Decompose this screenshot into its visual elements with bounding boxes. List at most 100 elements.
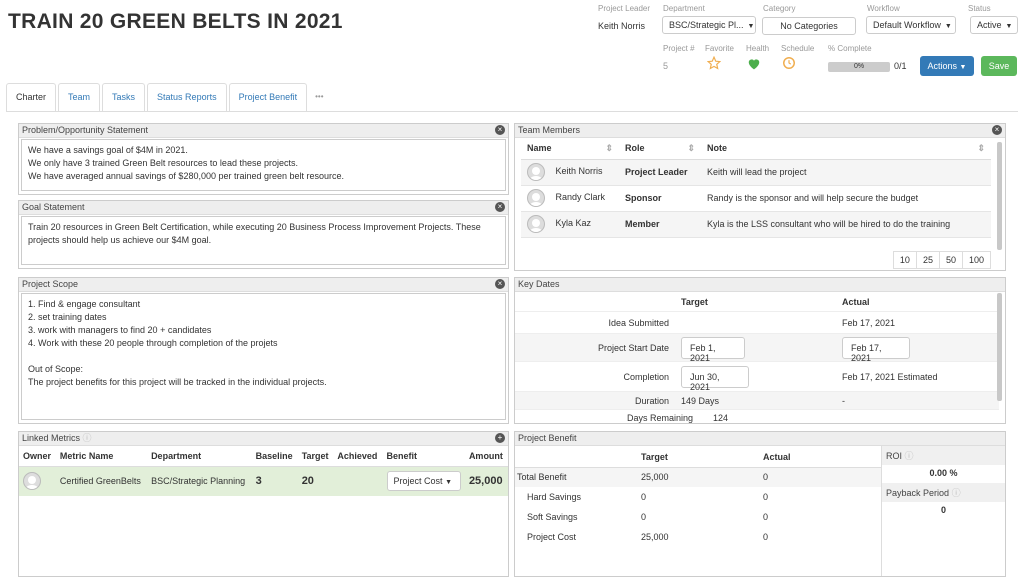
member-role: Project Leader [619, 159, 701, 186]
page-size-option[interactable]: 100 [961, 251, 991, 269]
project-benefit-panel: Project Benefit Target Actual Total Bene… [514, 431, 1006, 577]
star-icon[interactable] [706, 55, 722, 72]
avatar [527, 163, 545, 181]
key-dates-scrollbar[interactable] [997, 293, 1002, 401]
problem-panel: Problem/Opportunity Statement × We have a… [18, 123, 509, 195]
scope-line: 1. Find & engage consultant [28, 299, 141, 309]
table-row[interactable]: Randy Clark Sponsor Randy is the sponsor… [521, 185, 991, 212]
benefit-row-target: 25,000 [641, 472, 669, 483]
tab-status-reports[interactable]: Status Reports [147, 83, 227, 111]
actions-button[interactable]: Actions ▼ [920, 56, 974, 76]
metric-amount: 25,000 [464, 466, 508, 496]
table-row[interactable]: Kyla Kaz Member Kyla is the LSS consulta… [521, 211, 991, 238]
scope-text[interactable]: 1. Find & engage consultant 2. set train… [21, 293, 506, 420]
start-row: Project Start Date Feb 1, 2021 Feb 17, 2… [515, 334, 999, 363]
benefit-value: Project Cost [393, 476, 443, 487]
goal-title: Goal Statement [22, 202, 85, 212]
tab-project-benefit[interactable]: Project Benefit [228, 83, 308, 111]
col-achieved: Achieved [333, 446, 383, 467]
team-col-name[interactable]: Name ⇕ [521, 139, 619, 160]
target-label: Target [681, 297, 708, 307]
status-select[interactable]: Active ▼ [970, 16, 1018, 34]
close-icon[interactable]: × [495, 125, 505, 135]
help-icon[interactable]: ⓘ [952, 488, 961, 498]
status-label: Status [968, 4, 991, 13]
scope-title: Project Scope [22, 279, 79, 289]
tab-team[interactable]: Team [58, 83, 101, 111]
member-note: Kyla is the LSS consultant who will be h… [701, 211, 991, 238]
department-select[interactable]: BSC/Strategic Pl... ▼ [662, 16, 756, 34]
problem-line: We have averaged annual savings of $280,… [28, 171, 345, 181]
roi-box: ROI ⓘ 0.00 % Payback Period ⓘ 0 [881, 446, 1005, 576]
category-select[interactable]: No Categories [762, 17, 856, 35]
clock-icon [782, 56, 796, 72]
duration-label: Duration [634, 396, 669, 406]
progress-text: 0% [853, 63, 865, 70]
page-size-selector: 10 25 50 100 [892, 251, 991, 269]
col-owner: Owner [19, 446, 56, 467]
save-button[interactable]: Save [981, 56, 1017, 76]
schedule-label: Schedule [781, 44, 815, 53]
col-target: Target [297, 446, 334, 467]
table-row: Project Cost 25,000 0 [515, 527, 881, 547]
add-icon[interactable]: + [495, 433, 505, 443]
col-benefit: Benefit [382, 446, 465, 467]
team-col-role[interactable]: Role ⇕ [619, 139, 701, 160]
close-icon[interactable]: × [495, 279, 505, 289]
roi-header: ROI ⓘ [882, 446, 1005, 465]
help-icon[interactable]: ⓘ [83, 433, 92, 443]
heart-icon [747, 57, 761, 72]
problem-title: Problem/Opportunity Statement [22, 125, 149, 135]
page-size-option[interactable]: 10 [892, 251, 917, 269]
col-baseline: Baseline [251, 446, 298, 467]
start-target-input[interactable]: Feb 1, 2021 [681, 337, 745, 363]
benefit-row-label: Hard Savings [527, 492, 582, 502]
payback-label: Payback Period [886, 488, 950, 498]
completion-target-input[interactable]: Jun 30, 2021 [681, 366, 749, 392]
col-metric-name: Metric Name [55, 446, 148, 467]
duration-actual: - [842, 396, 845, 406]
member-name: Randy Clark [555, 192, 606, 203]
completion-row: Completion Jun 30, 2021 Feb 17, 2021 Est… [515, 362, 999, 392]
help-icon[interactable]: ⓘ [905, 451, 914, 461]
goal-panel: Goal Statement × Train 20 resources in Gr… [18, 200, 509, 269]
benefit-select[interactable]: Project Cost ▼ [386, 471, 461, 492]
actions-label: Actions [927, 61, 958, 71]
col-department: Department [147, 446, 252, 467]
table-row[interactable]: Keith Norris Project Leader Keith will l… [521, 159, 991, 186]
linked-metrics-title: Linked Metrics [22, 433, 81, 443]
member-name: Kyla Kaz [555, 218, 592, 229]
col-amount: Amount [464, 446, 508, 467]
team-scrollbar[interactable] [997, 142, 1002, 250]
page-size-option[interactable]: 50 [938, 251, 963, 269]
page-size-option[interactable]: 25 [915, 251, 940, 269]
goal-line: Train 20 resources in Green Belt Certifi… [28, 222, 481, 232]
problem-text[interactable]: We have a savings goal of $4M in 2021. W… [21, 139, 506, 191]
metric-name: Certified GreenBelts [55, 466, 148, 496]
benefit-row-label: Project Cost [527, 532, 577, 542]
close-icon[interactable]: × [495, 202, 505, 212]
close-icon[interactable]: × [992, 125, 1002, 135]
team-col-note[interactable]: Note ⇕ [701, 139, 991, 160]
start-label: Project Start Date [597, 343, 669, 353]
more-tabs-icon[interactable]: ••• [309, 83, 323, 111]
roi-label: ROI [886, 451, 903, 461]
favorite-label: Favorite [705, 44, 734, 53]
avatar [527, 189, 545, 207]
tab-tasks[interactable]: Tasks [102, 83, 146, 111]
key-dates-title: Key Dates [518, 279, 560, 289]
actual-label: Actual [842, 297, 870, 307]
start-actual-input[interactable]: Feb 17, 2021 [842, 337, 910, 363]
caret-down-icon: ▼ [1005, 23, 1013, 30]
tab-charter[interactable]: Charter [6, 83, 57, 111]
status-value: Active [977, 20, 1002, 30]
workflow-value: Default Workflow [873, 20, 941, 30]
col-label: Role [625, 143, 645, 154]
sort-icon: ⇕ [605, 143, 613, 154]
benefit-row-target: 25,000 [641, 532, 669, 542]
goal-text[interactable]: Train 20 resources in Green Belt Certifi… [21, 216, 506, 265]
table-row[interactable]: Certified GreenBelts BSC/Strategic Plann… [19, 466, 508, 496]
remaining-row: Days Remaining 124 [515, 410, 999, 424]
workflow-select[interactable]: Default Workflow ▼ [866, 16, 956, 34]
linked-metrics-panel: Linked Metrics ⓘ + Owner Metric Name Depa… [18, 431, 509, 577]
